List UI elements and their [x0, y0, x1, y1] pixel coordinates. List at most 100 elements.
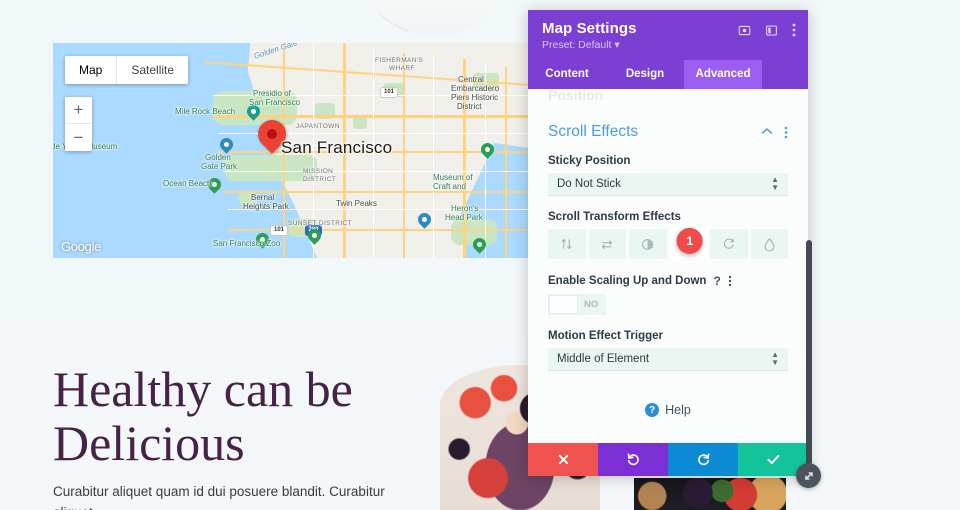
highway-shield: 101 [270, 225, 288, 236]
effect-count-badge: 1 [676, 227, 703, 254]
more-options-icon[interactable] [784, 126, 788, 139]
map-settings-panel[interactable]: Map Settings Preset: Default ▾ Content D… [528, 10, 808, 476]
fading-icon[interactable] [629, 229, 667, 259]
food-image-bowl [634, 478, 786, 510]
toggle-knob [549, 295, 578, 314]
map-label: Museum of [433, 173, 473, 182]
sticky-position-label: Sticky Position [548, 155, 631, 167]
scroll-transform-field: Scroll Transform Effects 1 [548, 211, 788, 259]
map-label: Presidio of [253, 89, 291, 98]
horizontal-motion-icon[interactable] [588, 229, 626, 259]
redo-button[interactable] [668, 443, 738, 476]
scroll-effects-section: Scroll Effects Sticky Position Do Not St… [528, 89, 808, 371]
undo-button[interactable] [598, 443, 668, 476]
sticky-position-field: Sticky Position Do Not Stick ▲ ▼ [548, 155, 788, 196]
map-label: San Francisco Zoo [213, 239, 281, 248]
cancel-button[interactable] [528, 443, 598, 476]
zoom-out-button[interactable]: − [65, 124, 92, 151]
rotating-icon[interactable] [710, 229, 748, 259]
map-label: Embarcadero [451, 84, 500, 93]
section-title: Scroll Effects [548, 123, 639, 140]
help-icon: ? [645, 403, 660, 417]
motion-trigger-value: Middle of Element [557, 353, 650, 365]
section-header: Scroll Effects [548, 123, 788, 141]
google-map[interactable]: 101 101 280 Golden Gate FISHERMAN'S WHAR… [53, 43, 531, 258]
map-label: Bernal [251, 193, 275, 202]
map-zoom-controls[interactable]: + − [65, 97, 92, 151]
map-label: Mile Rock Beach [175, 107, 236, 116]
map-label: Golden [205, 153, 231, 162]
layout-panel-icon[interactable] [765, 24, 778, 37]
map-label: Twin Peaks [336, 199, 377, 208]
focus-target-icon[interactable] [738, 24, 751, 37]
panel-scrollbar[interactable] [806, 240, 812, 465]
help-label: Help [665, 403, 691, 417]
panel-footer[interactable] [528, 443, 808, 476]
panel-resize-handle[interactable] [796, 463, 821, 488]
headline-line-1: Healthy can be [53, 361, 353, 417]
map-label: Heights Park [243, 202, 289, 211]
page-body-text: Curabitur aliquet quam id dui posuere bl… [53, 484, 385, 510]
more-options-icon[interactable] [728, 275, 732, 287]
help-question-icon[interactable]: ? [713, 274, 720, 288]
hero-food-image [355, 0, 515, 36]
map-label: Ocean Beach [163, 179, 212, 188]
map-street [433, 55, 434, 258]
highway-shield: 101 [380, 87, 398, 98]
map-road [213, 115, 531, 118]
select-arrows-icon: ▲ ▼ [771, 175, 779, 192]
map-label: JAPANTOWN [296, 123, 340, 130]
scaling-icon[interactable]: 1 [669, 227, 707, 259]
scroll-transform-icon-row[interactable]: 1 [548, 227, 788, 259]
section-header-actions [761, 123, 788, 141]
chevron-up-icon[interactable] [761, 123, 773, 141]
map-type-satellite[interactable]: Satellite [116, 56, 188, 84]
map-poi-pin[interactable] [305, 226, 324, 246]
panel-body: Position Scroll Effects Sticky Position … [528, 89, 808, 443]
google-logo: Google [61, 239, 102, 254]
map-road [403, 53, 405, 258]
map-poi-pin[interactable] [415, 210, 434, 230]
map-label: FISHERMAN'S [375, 57, 424, 64]
motion-trigger-select[interactable]: Middle of Element ▲ ▼ [548, 348, 788, 371]
motion-trigger-field: Motion Effect Trigger Middle of Element … [548, 330, 788, 371]
motion-trigger-label: Motion Effect Trigger [548, 330, 663, 342]
zoom-in-button[interactable]: + [65, 97, 92, 124]
blur-icon[interactable] [750, 229, 788, 259]
tab-advanced[interactable]: Advanced [684, 60, 762, 89]
ghost-section-position: Position [548, 89, 604, 103]
enable-scaling-label: Enable Scaling Up and Down ? [548, 274, 788, 288]
map-type-map[interactable]: Map [65, 56, 116, 84]
map-poi-pin[interactable] [478, 140, 497, 160]
map-label: Central [458, 75, 484, 84]
toggle-value: NO [584, 299, 599, 310]
panel-header: Map Settings Preset: Default ▾ [528, 10, 808, 60]
scroll-transform-label: Scroll Transform Effects [548, 211, 681, 223]
enable-scaling-field: Enable Scaling Up and Down ? NO [548, 274, 788, 315]
map-city-label: San Francisco [281, 138, 393, 157]
enable-scaling-toggle[interactable]: NO [548, 294, 606, 315]
map-label: SUNSET DISTRICT [288, 220, 353, 227]
map-label: DISTRICT [303, 176, 337, 183]
panel-preset-selector[interactable]: Preset: Default ▾ [542, 39, 794, 51]
more-options-icon[interactable] [792, 23, 796, 37]
map-label: WHARF [389, 65, 415, 72]
vertical-motion-icon[interactable] [548, 229, 586, 259]
map-type-toggle[interactable]: Map Satellite [65, 56, 189, 84]
panel-header-actions [738, 23, 796, 37]
map-label: Craft and [433, 182, 466, 191]
tab-content[interactable]: Content [528, 60, 606, 89]
tab-design[interactable]: Design [606, 60, 684, 89]
headline-line-2: Delicious [53, 415, 245, 471]
map-label: District [457, 102, 482, 111]
help-link[interactable]: ? Help [528, 403, 808, 417]
map-label: MISSION [303, 168, 334, 175]
map-label: Piers Historic [451, 93, 499, 102]
map-label: Heron's [451, 204, 479, 213]
map-label: San Francisco [249, 98, 301, 107]
sticky-position-select[interactable]: Do Not Stick ▲ ▼ [548, 173, 788, 196]
page-title: Healthy can be Delicious [53, 362, 453, 470]
panel-tabs[interactable]: Content Design Advanced [528, 60, 808, 89]
enable-scaling-label-text: Enable Scaling Up and Down [548, 275, 707, 287]
map-poi-pin[interactable] [470, 235, 489, 255]
